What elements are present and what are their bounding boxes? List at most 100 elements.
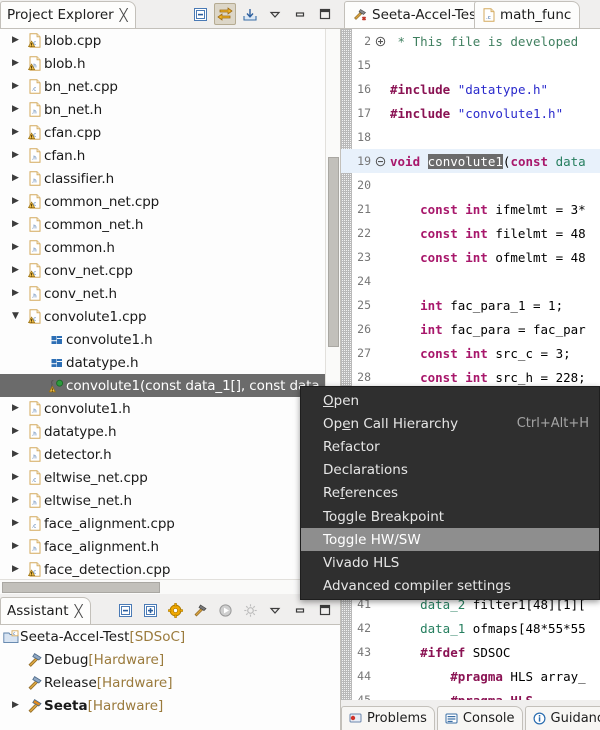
expand-arrow-icon[interactable]: ▶ <box>12 519 26 528</box>
project-tree-vscroll-thumb[interactable] <box>328 157 339 347</box>
code-line[interactable]: 23 const int ofmelmt = 48 <box>341 245 600 269</box>
tree-item[interactable]: ▶ .h eltwise_net.h <box>0 489 340 512</box>
code-line[interactable]: 15 <box>341 53 600 77</box>
project-tree-hscroll-thumb[interactable] <box>2 582 160 593</box>
tree-item[interactable]: convolute1.h <box>0 328 340 351</box>
code-line[interactable]: 27 const int src_c = 3; <box>341 341 600 365</box>
project-tree-hscrollbar[interactable] <box>0 579 325 594</box>
focus-on-active-task-icon[interactable] <box>239 3 261 25</box>
assistant-tree[interactable]: c Seeta-Accel-Test [SDSoC] Debug [Hardware… <box>0 625 340 717</box>
expand-arrow-icon[interactable]: ▶ <box>12 220 26 229</box>
code-line[interactable]: 21 const int ifmelmt = 3* <box>341 197 600 221</box>
debug-icon[interactable] <box>239 599 261 621</box>
menu-item[interactable]: Declarations <box>301 459 599 482</box>
expand-arrow-icon[interactable]: ▶ <box>12 404 26 413</box>
code-line[interactable]: 24 <box>341 269 600 293</box>
close-icon[interactable]: ╳ <box>74 605 82 617</box>
expand-arrow-icon[interactable]: ▶ <box>12 473 26 482</box>
tree-item[interactable]: ▶ .c cfan.cpp <box>0 121 340 144</box>
tree-item[interactable]: ▶ .c blob.cpp <box>0 29 340 52</box>
fold-collapse-icon[interactable] <box>375 156 388 167</box>
code-line[interactable]: 43 #ifdef SDSOC <box>341 640 600 664</box>
expand-arrow-icon[interactable]: ▶ <box>12 427 26 436</box>
build-hammer-icon[interactable] <box>189 599 211 621</box>
menu-item[interactable]: References <box>301 482 599 505</box>
expand-arrow-icon[interactable]: ▶ <box>12 128 26 137</box>
expand-arrow-icon[interactable]: ▶ <box>12 243 26 252</box>
assistant-tree-item[interactable]: c Seeta-Accel-Test [SDSoC] <box>0 625 340 648</box>
menu-item[interactable]: Refactor <box>301 435 599 458</box>
tree-item[interactable]: ▶ .h convolute1.h <box>0 397 340 420</box>
tree-item[interactable]: ▶ .c eltwise_net.cpp <box>0 466 340 489</box>
menu-item[interactable]: Advanced compiler settings <box>301 575 599 598</box>
code-line[interactable]: 45 #pragma HLS <box>341 688 600 701</box>
tree-item[interactable]: datatype.h <box>0 351 340 374</box>
expand-arrow-icon[interactable]: ▶ <box>12 542 26 551</box>
expand-arrow-icon[interactable]: ▶ <box>12 174 26 183</box>
menu-item[interactable]: Open Call Hierarchy Ctrl+Alt+H <box>301 412 599 435</box>
menu-item[interactable]: Open <box>301 389 599 412</box>
collapse-all-icon[interactable] <box>114 599 136 621</box>
assistant-tree-item[interactable]: ▶ Seeta [Hardware] <box>0 694 340 717</box>
tab-console[interactable]: Console <box>436 706 523 730</box>
expand-arrow-icon[interactable]: ▶ <box>12 105 26 114</box>
code-line[interactable]: 26 int fac_para = fac_par <box>341 317 600 341</box>
run-icon[interactable] <box>214 599 236 621</box>
tree-item[interactable]: ▼ .c convolute1.cpp <box>0 305 340 328</box>
code-line[interactable]: 44 #pragma HLS array_ <box>341 664 600 688</box>
fold-expand-icon[interactable] <box>375 36 388 47</box>
expand-arrow-icon[interactable]: ▶ <box>12 496 26 505</box>
minimize-icon[interactable] <box>289 3 311 25</box>
collapse-all-icon[interactable] <box>189 3 211 25</box>
tree-item[interactable]: ▶ .c bn_net.cpp <box>0 75 340 98</box>
tree-item[interactable]: ▶ .h classifier.h <box>0 167 340 190</box>
tree-item[interactable]: ▶ .h datatype.h <box>0 420 340 443</box>
tree-item[interactable]: ▶ .h face_alignment.h <box>0 535 340 558</box>
maximize-icon[interactable] <box>314 3 336 25</box>
tree-item[interactable]: ▶ .h conv_net.h <box>0 282 340 305</box>
expand-arrow-icon[interactable]: ▶ <box>12 82 26 91</box>
tree-item[interactable]: ▶ .h common.h <box>0 236 340 259</box>
context-menu[interactable]: Open Open Call Hierarchy Ctrl+Alt+H Refacto… <box>300 386 600 600</box>
expand-arrow-icon[interactable]: ▶ <box>12 197 26 206</box>
settings-gear-icon[interactable] <box>164 599 186 621</box>
tab-guidance[interactable]: Guidance <box>524 706 600 730</box>
tab-problems[interactable]: Problems <box>341 706 435 730</box>
code-line[interactable]: 18 <box>341 125 600 149</box>
expand-all-icon[interactable] <box>139 599 161 621</box>
minimize-icon[interactable] <box>289 599 311 621</box>
expand-arrow-icon[interactable]: ▶ <box>12 565 26 574</box>
code-line[interactable]: 42 data_1 ofmaps[48*55*55 <box>341 616 600 640</box>
expand-arrow-icon[interactable]: ▶ <box>12 151 26 160</box>
code-line[interactable]: 25 int fac_para_1 = 1; <box>341 293 600 317</box>
editor-tab-math-func[interactable]: .c math_func <box>474 1 581 28</box>
close-icon[interactable]: ╳ <box>119 9 127 21</box>
project-tree[interactable]: ▶ .c blob.cpp ▶ .h blob.h ▶ .c bn_net.cpp ▶ .h bn_n… <box>0 29 340 594</box>
tab-assistant[interactable]: Assistant ╳ <box>0 597 91 624</box>
view-menu-icon[interactable] <box>264 3 286 25</box>
tab-project-explorer[interactable]: Project Explorer ╳ <box>0 1 136 28</box>
collapse-arrow-icon[interactable]: ▼ <box>12 312 26 321</box>
editor-tab-seeta-accel-test[interactable]: Seeta-Accel-Test <box>344 1 491 28</box>
tree-item[interactable]: ▶ .h common_net.h <box>0 213 340 236</box>
tree-item[interactable]: ▶ .c common_net.cpp <box>0 190 340 213</box>
code-line[interactable]: 20 <box>341 173 600 197</box>
code-line[interactable]: 16 #include "datatype.h" <box>341 77 600 101</box>
tree-item[interactable]: ▶ .h detector.h <box>0 443 340 466</box>
assistant-tree-item[interactable]: Debug [Hardware] <box>0 648 340 671</box>
menu-item[interactable]: Toggle Breakpoint <box>301 505 599 528</box>
menu-item[interactable]: Vivado HLS <box>301 551 599 574</box>
assistant-tree-item[interactable]: Release [Hardware] <box>0 671 340 694</box>
code-line[interactable]: 19 void convolute1(const data <box>341 149 600 173</box>
tree-item[interactable]: ▶ .c conv_net.cpp <box>0 259 340 282</box>
expand-arrow-icon[interactable]: ▶ <box>12 36 26 45</box>
code-line[interactable]: 2 * This file is developed <box>341 29 600 53</box>
code-line[interactable]: 22 const int filelmt = 48 <box>341 221 600 245</box>
maximize-icon[interactable] <box>314 599 336 621</box>
menu-item[interactable]: Toggle HW/SW <box>301 528 599 552</box>
expand-arrow-icon[interactable]: ▶ <box>12 266 26 275</box>
link-with-editor-icon[interactable] <box>214 3 236 25</box>
expand-arrow-icon[interactable]: ▶ <box>12 450 26 459</box>
tree-item[interactable]: ▶ .h blob.h <box>0 52 340 75</box>
expand-arrow-icon[interactable]: ▶ <box>12 289 26 298</box>
